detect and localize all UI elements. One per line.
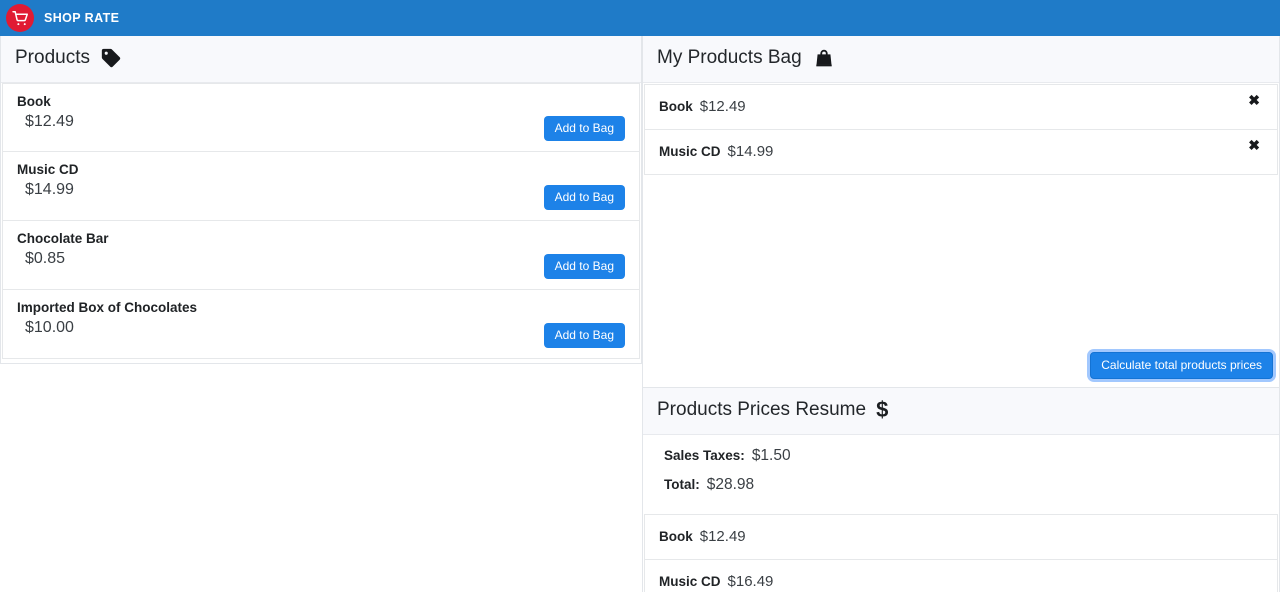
sales-taxes-value: $1.50 <box>751 446 791 464</box>
remove-item-button[interactable]: ✖ <box>1244 136 1264 154</box>
bag-title: My Products Bag <box>657 47 802 68</box>
product-list-item: Imported Box of Chocolates $10.00 Add to… <box>2 289 640 359</box>
brand-title[interactable]: SHOP RATE <box>44 11 119 25</box>
remove-item-button[interactable]: ✖ <box>1244 91 1264 109</box>
bag-list-item: Book $12.49 ✖ <box>644 83 1278 130</box>
product-price: $14.99 <box>25 180 74 198</box>
product-list-item: Music CD $14.99 Add to Bag <box>2 151 640 221</box>
resume-list-item: Music CD $16.49 <box>644 559 1278 592</box>
add-to-bag-button[interactable]: Add to Bag <box>543 322 625 348</box>
dollar-sign-icon: $ <box>876 396 889 422</box>
resume-item-price: $16.49 <box>727 572 774 590</box>
product-name: Music CD <box>17 161 79 177</box>
product-list-item: Chocolate Bar $0.85 Add to Bag <box>2 220 640 290</box>
add-to-bag-button[interactable]: Add to Bag <box>543 115 625 141</box>
brand-logo[interactable] <box>6 4 34 32</box>
product-price: $10.00 <box>25 318 74 336</box>
products-card: Products Book $12.49 Add to Bag Music CD <box>0 36 642 364</box>
product-name: Book <box>17 93 51 109</box>
resume-item-price: $12.49 <box>699 527 746 545</box>
bag-card-header: My Products Bag <box>643 36 1279 83</box>
resume-item-name: Book <box>659 528 693 544</box>
resume-list-item: Book $12.49 <box>644 513 1278 560</box>
resume-card-header: Products Prices Resume $ <box>643 387 1279 435</box>
calculate-button-wrapper: Calculate total products prices <box>1090 351 1273 379</box>
resume-title: Products Prices Resume <box>657 398 867 420</box>
products-scroll-container[interactable]: Book $12.49 Add to Bag Music CD $14.99 A… <box>1 82 641 363</box>
product-list-item: Book $12.49 Add to Bag <box>2 82 640 152</box>
resume-items-list: Book $12.49 Music CD $16.49 <box>643 513 1279 592</box>
product-name: Chocolate Bar <box>17 230 109 246</box>
bag-card: My Products Bag Book $12.49 ✖ Music CD $… <box>642 36 1280 388</box>
bag-item-price: $14.99 <box>727 142 774 160</box>
bag-list-item: Music CD $14.99 ✖ <box>644 129 1278 175</box>
price-tag-icon <box>100 47 122 69</box>
top-navbar: SHOP RATE <box>0 0 1280 36</box>
total-row: Total: $28.98 <box>657 476 1265 494</box>
resume-card: Products Prices Resume $ Sales Taxes: $1… <box>642 387 1280 592</box>
product-price: $0.85 <box>25 249 66 267</box>
sales-taxes-label: Sales Taxes: <box>664 447 745 463</box>
calculate-total-button[interactable]: Calculate total products prices <box>1090 351 1273 379</box>
bag-card-body: Calculate total products prices <box>643 174 1279 387</box>
shopping-cart-icon <box>11 10 29 27</box>
total-value: $28.98 <box>706 475 755 493</box>
right-column: My Products Bag Book $12.49 ✖ Music CD $… <box>642 36 1280 592</box>
add-to-bag-button[interactable]: Add to Bag <box>543 253 625 279</box>
products-title: Products <box>15 47 90 68</box>
resume-totals: Sales Taxes: $1.50 Total: $28.98 <box>643 434 1279 514</box>
bag-item-price: $12.49 <box>699 97 746 115</box>
bag-item-name: Book <box>659 98 693 114</box>
products-card-header: Products <box>1 36 641 83</box>
page-body: Products Book $12.49 Add to Bag Music CD <box>0 36 1280 592</box>
product-name: Imported Box of Chocolates <box>17 299 198 315</box>
resume-item-name: Music CD <box>659 573 721 589</box>
sales-taxes-row: Sales Taxes: $1.50 <box>657 447 1265 465</box>
add-to-bag-button[interactable]: Add to Bag <box>543 184 625 210</box>
bag-items-list: Book $12.49 ✖ Music CD $14.99 ✖ <box>643 82 1279 175</box>
products-column: Products Book $12.49 Add to Bag Music CD <box>0 36 642 364</box>
total-label: Total: <box>664 476 700 492</box>
bag-item-name: Music CD <box>659 143 721 159</box>
shopping-bag-icon <box>812 47 836 69</box>
product-price: $12.49 <box>25 112 74 130</box>
